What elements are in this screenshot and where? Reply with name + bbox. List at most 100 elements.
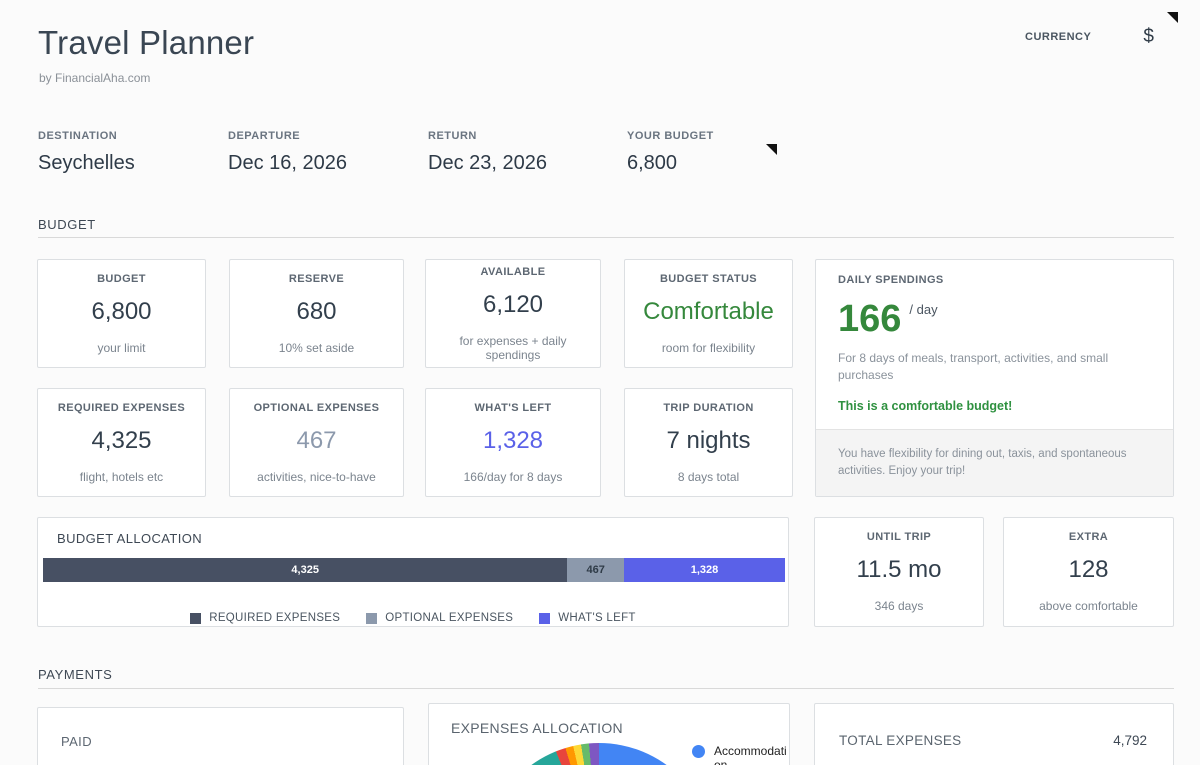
reserve-card-note: 10% set aside: [279, 341, 354, 355]
departure-field: DEPARTURE Dec 16, 2026: [228, 130, 347, 175]
total-expenses-label: TOTAL EXPENSES: [839, 733, 962, 748]
daily-spendings-card: DAILY SPENDINGS 166 / day For 8 days of …: [815, 259, 1174, 497]
return-value: Dec 23, 2026: [428, 152, 547, 175]
departure-label: DEPARTURE: [228, 130, 347, 142]
budget-allocation-legend: REQUIRED EXPENSES OPTIONAL EXPENSES WHAT…: [43, 612, 783, 624]
legend-item-required: REQUIRED EXPENSES: [190, 612, 340, 624]
legend-label-required: REQUIRED EXPENSES: [209, 612, 340, 624]
return-label: RETURN: [428, 130, 547, 142]
your-budget-field[interactable]: YOUR BUDGET 6,800: [627, 130, 714, 175]
bar-segment-optional: 467: [567, 558, 624, 582]
reserve-card-label: RESERVE: [289, 273, 344, 285]
total-expenses-row: TOTAL EXPENSES 4,792: [839, 733, 1147, 748]
return-field: RETURN Dec 23, 2026: [428, 130, 547, 175]
payments-section-heading: PAYMENTS: [38, 667, 112, 682]
available-card-value: 6,120: [483, 291, 543, 319]
legend-swatch-required: [190, 613, 201, 624]
daily-spendings-footer-text: You have flexibility for dining out, tax…: [838, 446, 1138, 481]
budget-status-value: Comfortable: [643, 298, 774, 326]
extra-value: 128: [1068, 556, 1108, 584]
budget-card-label: BUDGET: [97, 273, 146, 285]
destination-label: DESTINATION: [38, 130, 135, 142]
until-trip-label: UNTIL TRIP: [867, 531, 931, 543]
legend-label-whats-left: WHAT'S LEFT: [558, 612, 635, 624]
whats-left-value: 1,328: [483, 427, 543, 455]
trip-duration-label: TRIP DURATION: [663, 402, 753, 414]
optional-expenses-note: activities, nice-to-have: [257, 470, 376, 484]
pie-legend-label: Accommodation: [714, 744, 790, 765]
paid-card-label: PAID: [61, 734, 92, 749]
trip-duration-note: 8 days total: [678, 470, 739, 484]
total-expenses-value: 4,792: [1113, 733, 1147, 748]
budget-card-note: your limit: [97, 341, 145, 355]
expenses-pie: [484, 743, 714, 765]
optional-expenses-label: OPTIONAL EXPENSES: [254, 402, 380, 414]
extra-card: EXTRA 128 above comfortable: [1003, 517, 1174, 627]
budget-card: BUDGET 6,800 your limit: [37, 259, 206, 368]
daily-spendings-label: DAILY SPENDINGS: [838, 274, 1151, 286]
trip-duration-value: 7 nights: [666, 427, 750, 455]
daily-spendings-unit: / day: [909, 302, 937, 317]
required-expenses-card: REQUIRED EXPENSES 4,325 flight, hotels e…: [37, 388, 206, 497]
daily-spendings-value-row: 166 / day: [838, 300, 1151, 338]
reserve-card: RESERVE 680 10% set aside: [229, 259, 404, 368]
budget-status-label: BUDGET STATUS: [660, 273, 757, 285]
until-trip-note: 346 days: [875, 599, 924, 613]
trip-duration-card: TRIP DURATION 7 nights 8 days total: [624, 388, 793, 497]
your-budget-label: YOUR BUDGET: [627, 130, 714, 142]
budget-card-value: 6,800: [91, 298, 151, 326]
required-expenses-label: REQUIRED EXPENSES: [58, 402, 185, 414]
cursor-icon: [1167, 12, 1178, 23]
optional-expenses-card: OPTIONAL EXPENSES 467 activities, nice-t…: [229, 388, 404, 497]
cursor-icon: [766, 144, 777, 155]
destination-value: Seychelles: [38, 152, 135, 175]
page-title: Travel Planner: [38, 24, 254, 62]
budget-allocation-card: BUDGET ALLOCATION 4,325 467 1,328 REQUIR…: [37, 517, 789, 627]
whats-left-note: 166/day for 8 days: [464, 470, 563, 484]
budget-section-heading: BUDGET: [38, 217, 96, 232]
until-trip-value: 11.5 mo: [857, 556, 942, 584]
required-expenses-note: flight, hotels etc: [80, 470, 163, 484]
currency-label: CURRENCY: [1025, 31, 1091, 43]
travel-planner-page: Travel Planner by FinancialAha.com CURRE…: [0, 0, 1200, 765]
daily-spendings-description: For 8 days of meals, transport, activiti…: [838, 350, 1128, 385]
currency-selector[interactable]: CURRENCY $: [1025, 26, 1154, 48]
whats-left-card: WHAT'S LEFT 1,328 166/day for 8 days: [425, 388, 601, 497]
available-card-note: for expenses + daily spendings: [434, 334, 592, 362]
daily-spendings-value: 166: [838, 300, 901, 338]
reserve-card-value: 680: [296, 298, 336, 326]
budget-status-card: BUDGET STATUS Comfortable room for flexi…: [624, 259, 793, 368]
whats-left-label: WHAT'S LEFT: [474, 402, 551, 414]
currency-value[interactable]: $: [1143, 26, 1154, 48]
extra-label: EXTRA: [1069, 531, 1108, 543]
pie-legend-dot: [692, 745, 705, 758]
departure-value: Dec 16, 2026: [228, 152, 347, 175]
your-budget-value[interactable]: 6,800: [627, 152, 714, 175]
destination-field: DESTINATION Seychelles: [38, 130, 135, 175]
budget-status-note: room for flexibility: [662, 341, 755, 355]
optional-expenses-value: 467: [296, 427, 336, 455]
legend-swatch-whats-left: [539, 613, 550, 624]
expenses-pie-legend: Accommodation: [692, 744, 790, 765]
legend-item-optional: OPTIONAL EXPENSES: [366, 612, 513, 624]
budget-allocation-bar: 4,325 467 1,328: [43, 558, 785, 582]
bar-segment-required: 4,325: [43, 558, 567, 582]
daily-spendings-highlight: This is a comfortable budget!: [838, 399, 1151, 413]
budget-allocation-title: BUDGET ALLOCATION: [43, 531, 783, 546]
available-card-label: AVAILABLE: [481, 266, 546, 278]
bar-segment-whats-left: 1,328: [624, 558, 785, 582]
legend-swatch-optional: [366, 613, 377, 624]
available-card: AVAILABLE 6,120 for expenses + daily spe…: [425, 259, 601, 368]
expenses-allocation-card: EXPENSES ALLOCATION Accommodation: [428, 703, 790, 765]
expenses-allocation-title: EXPENSES ALLOCATION: [451, 720, 623, 736]
paid-card: PAID: [37, 707, 404, 765]
required-expenses-value: 4,325: [91, 427, 151, 455]
budget-section-rule: [38, 237, 1174, 238]
until-trip-card: UNTIL TRIP 11.5 mo 346 days: [814, 517, 984, 627]
daily-spendings-footer: You have flexibility for dining out, tax…: [816, 429, 1173, 496]
legend-item-whats-left: WHAT'S LEFT: [539, 612, 635, 624]
legend-label-optional: OPTIONAL EXPENSES: [385, 612, 513, 624]
extra-note: above comfortable: [1039, 599, 1138, 613]
page-subtitle: by FinancialAha.com: [39, 71, 150, 85]
total-expenses-card: TOTAL EXPENSES 4,792: [814, 703, 1174, 765]
